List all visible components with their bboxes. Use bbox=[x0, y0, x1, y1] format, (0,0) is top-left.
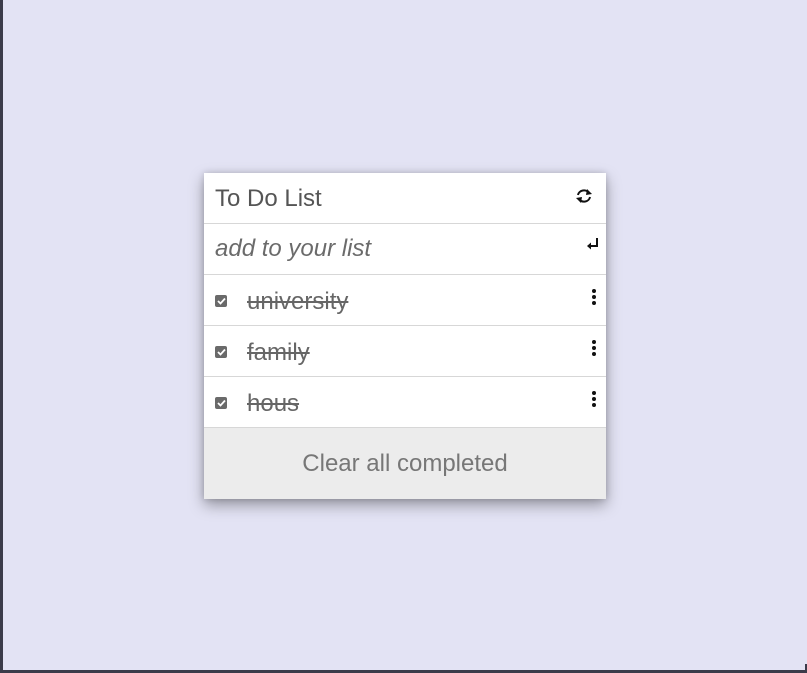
more-vertical-icon[interactable] bbox=[590, 391, 598, 409]
checkmark-icon bbox=[216, 348, 226, 356]
item-checkbox[interactable] bbox=[215, 295, 227, 307]
item-label: family bbox=[247, 339, 310, 366]
add-item-input[interactable] bbox=[204, 234, 557, 264]
item-label: hous bbox=[247, 390, 300, 417]
checkmark-icon bbox=[216, 399, 226, 407]
add-item-row bbox=[204, 224, 606, 275]
item-label: university bbox=[247, 288, 349, 315]
clear-completed-label: Clear all completed bbox=[302, 449, 508, 477]
todo-item-hous: hous bbox=[204, 377, 606, 428]
todo-item-university: university bbox=[204, 275, 606, 326]
todo-item-family: family bbox=[204, 326, 606, 377]
more-vertical-icon[interactable] bbox=[590, 289, 598, 307]
item-checkbox[interactable] bbox=[215, 397, 227, 409]
window-frame-left bbox=[0, 0, 3, 673]
todo-header: To Do List bbox=[204, 173, 606, 224]
todo-title: To Do List bbox=[215, 185, 322, 212]
clear-completed-button[interactable]: Clear all completed bbox=[204, 428, 606, 499]
refresh-icon[interactable] bbox=[574, 186, 594, 206]
more-vertical-icon[interactable] bbox=[590, 340, 598, 358]
enter-icon[interactable] bbox=[586, 237, 602, 253]
todo-card: To Do List university bbox=[204, 173, 606, 499]
item-checkbox[interactable] bbox=[215, 346, 227, 358]
checkmark-icon bbox=[216, 297, 226, 305]
